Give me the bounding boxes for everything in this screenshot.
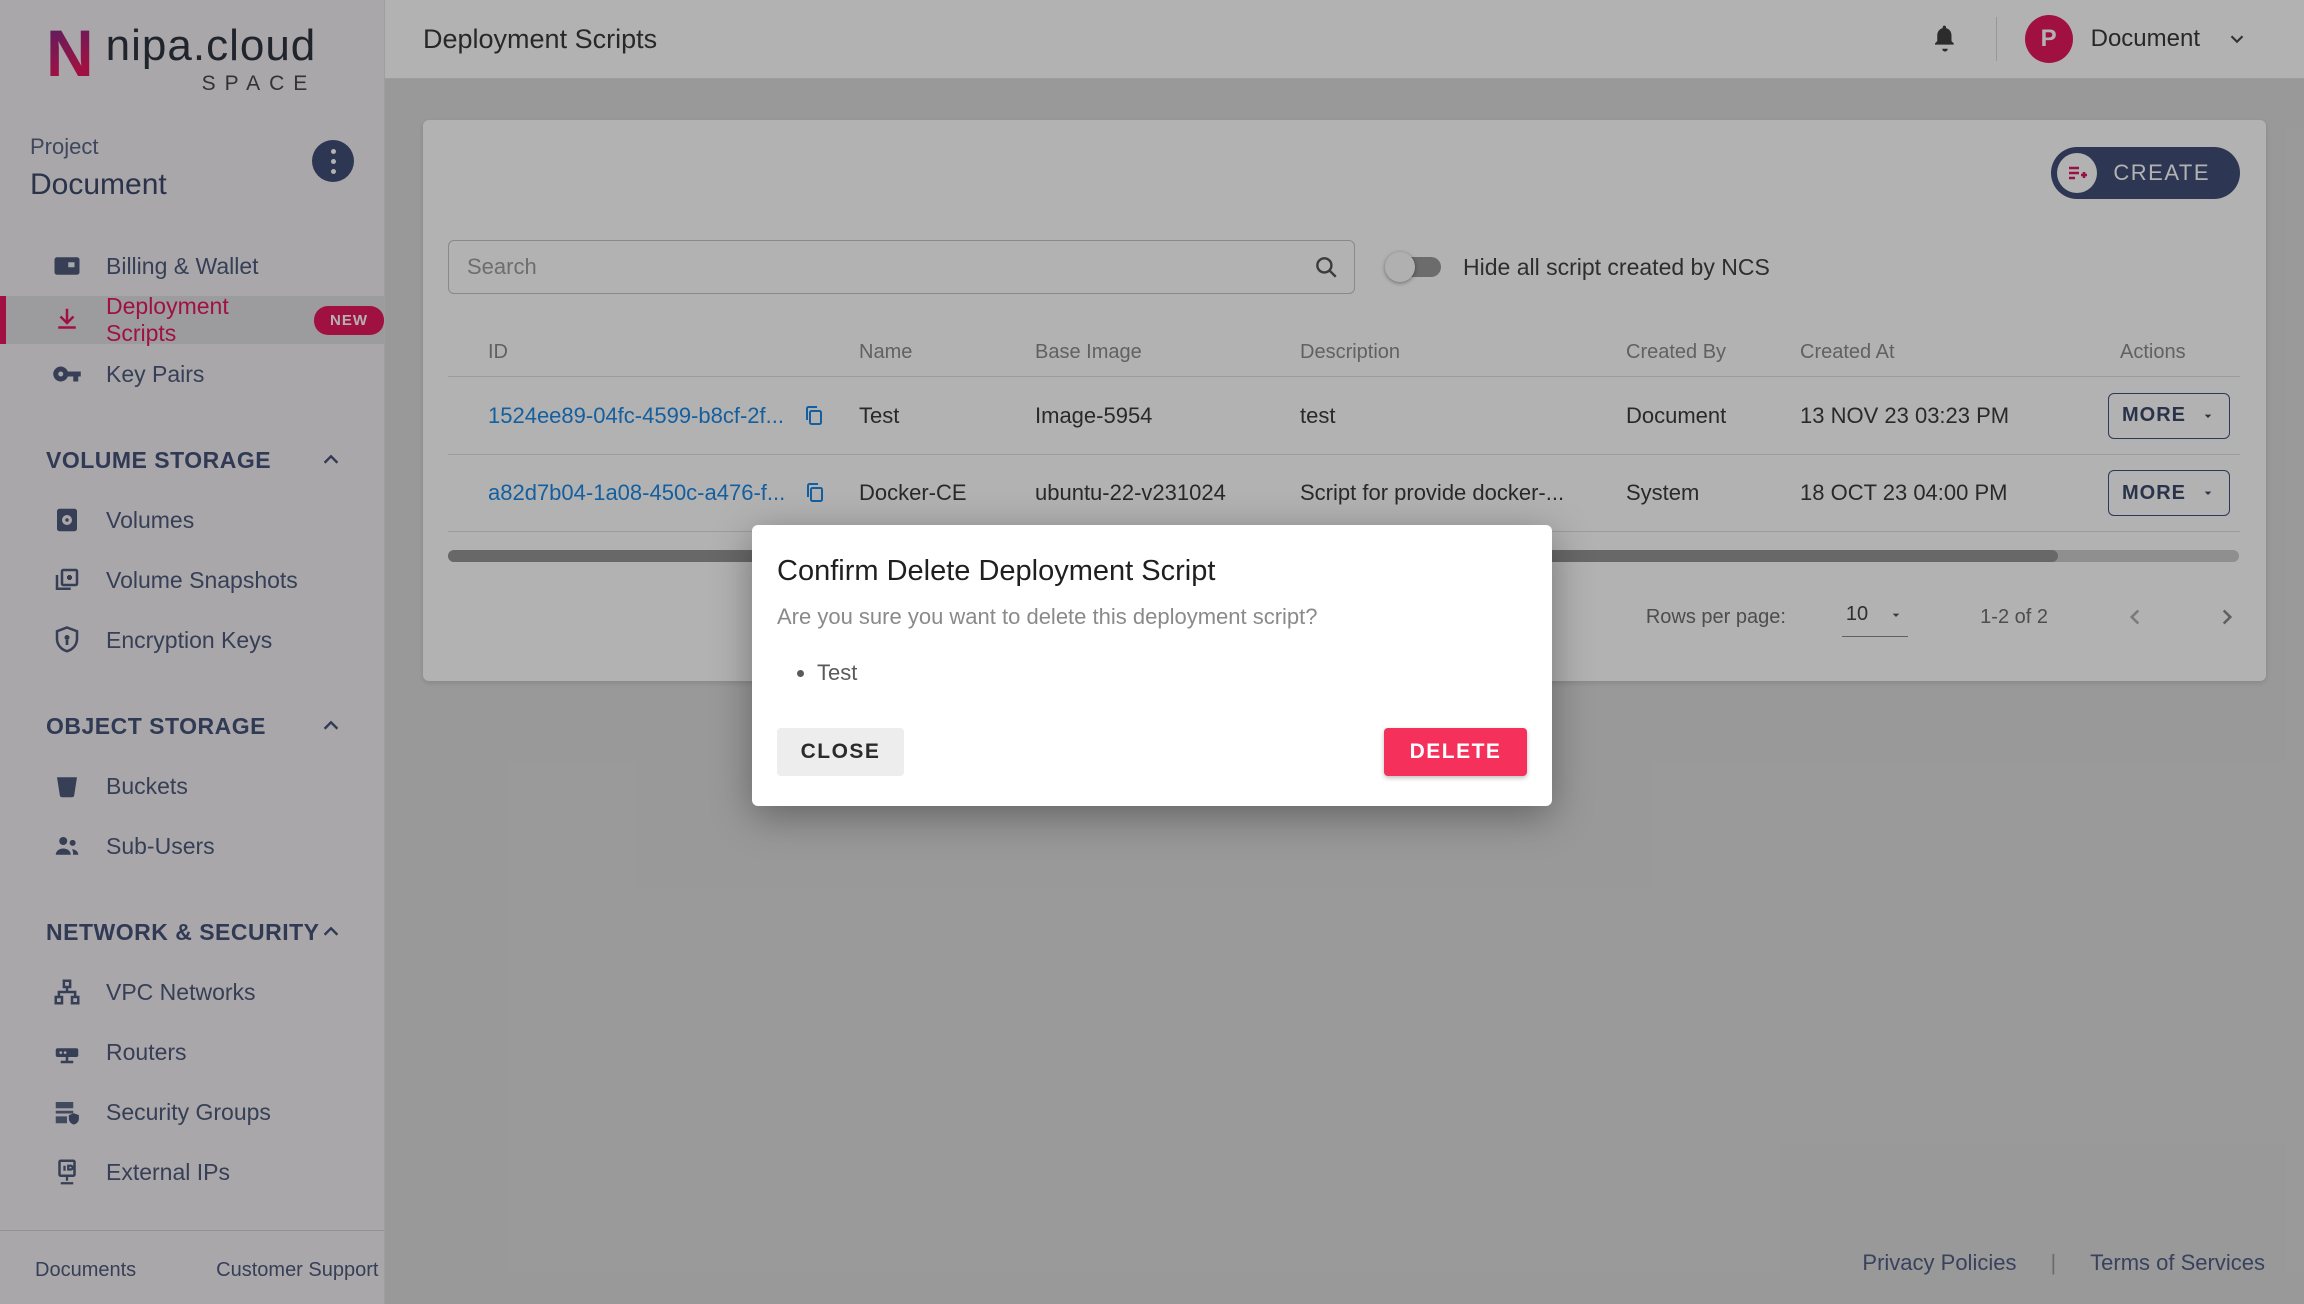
confirm-delete-dialog: Confirm Delete Deployment Script Are you… bbox=[752, 525, 1552, 806]
dialog-message: Are you sure you want to delete this dep… bbox=[777, 604, 1527, 630]
dialog-item-list: Test bbox=[817, 660, 1527, 686]
dialog-title: Confirm Delete Deployment Script bbox=[777, 555, 1527, 588]
delete-button[interactable]: DELETE bbox=[1384, 728, 1527, 776]
app-root: N nipa.cloud SPACE Project Document Bill… bbox=[0, 0, 2304, 1304]
close-button[interactable]: CLOSE bbox=[777, 728, 904, 776]
dialog-item: Test bbox=[817, 660, 1527, 686]
